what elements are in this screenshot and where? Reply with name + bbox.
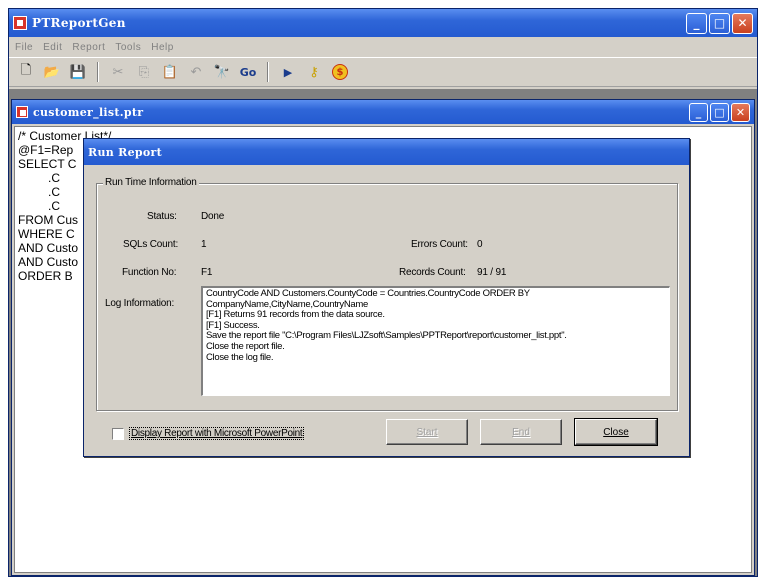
errors-count-label: Errors Count: [411, 239, 468, 250]
menu-tools[interactable]: Tools [115, 42, 141, 53]
document-close-icon[interactable]: ✕ [731, 102, 750, 122]
group-label: Run Time Information [103, 177, 199, 188]
close-button[interactable]: Close [574, 418, 658, 446]
status-label: Status: [147, 211, 177, 222]
open-folder-icon[interactable]: 📂 [41, 61, 63, 83]
document-title: customer_list.ptr [33, 105, 144, 119]
document-titlebar[interactable]: customer_list.ptr _ □ ✕ [12, 100, 754, 124]
start-button[interactable]: Start [386, 419, 468, 445]
paste-icon[interactable]: 📋 [159, 61, 181, 83]
copy-icon[interactable]: ⎘ [133, 61, 155, 83]
status-value: Done [201, 211, 225, 222]
menu-edit[interactable]: Edit [43, 42, 62, 53]
log-line: [F1] Returns 91 records from the data so… [206, 309, 385, 321]
function-no-label: Function No: [122, 267, 177, 278]
run-report-dialog: Run Report Run Time Information Status: … [83, 138, 690, 457]
register-coin-icon[interactable]: $ [329, 61, 351, 83]
sqls-count-label: SQLs Count: [123, 239, 179, 250]
app-title: PTReportGen [32, 16, 126, 30]
menu-file[interactable]: File [15, 42, 33, 53]
goto-icon[interactable]: Go [237, 61, 259, 83]
toolbar-separator [97, 62, 99, 82]
document-maximize-icon[interactable]: □ [710, 102, 729, 122]
errors-count-value: 0 [477, 239, 483, 250]
dialog-title: Run Report [88, 145, 163, 159]
log-line: Close the report file. [206, 340, 285, 352]
document-minimize-icon[interactable]: _ [689, 102, 708, 122]
display-report-checkbox[interactable]: Display Report with Microsoft PowerPoint [112, 427, 305, 440]
end-button[interactable]: End [480, 419, 562, 445]
new-file-icon[interactable]: 🗋 [15, 61, 37, 83]
run-time-info-group: Run Time Information Status: Done SQLs C… [96, 177, 678, 411]
cut-icon[interactable]: ✂ [107, 61, 129, 83]
sqls-count-value: 1 [201, 239, 207, 250]
dialog-titlebar[interactable]: Run Report [84, 139, 689, 165]
maximize-icon[interactable]: □ [709, 12, 730, 34]
checkbox-label: Display Report with Microsoft PowerPoint [129, 427, 305, 440]
records-count-value: 91 / 91 [477, 267, 507, 278]
find-icon[interactable]: 🔭 [211, 61, 233, 83]
toolbar: 🗋 📂 💾 ✂ ⎘ 📋 ↶ 🔭 Go ▶ ⚷ $ [9, 57, 757, 87]
menu-help[interactable]: Help [151, 42, 174, 53]
log-textarea[interactable]: CountryCode AND Customers.CountyCode = C… [201, 286, 670, 396]
key-icon[interactable]: ⚷ [303, 61, 325, 83]
toolbar-separator [267, 62, 269, 82]
app-titlebar[interactable]: PTReportGen _ □ ✕ [9, 9, 757, 37]
menu-bar: File Edit Report Tools Help [9, 37, 757, 57]
close-icon[interactable]: ✕ [732, 12, 753, 34]
menu-report[interactable]: Report [72, 42, 105, 53]
log-information-label: Log Information: [105, 298, 175, 309]
records-count-label: Records Count: [399, 267, 466, 278]
minimize-icon[interactable]: _ [686, 12, 707, 34]
checkbox-box[interactable] [112, 427, 124, 440]
document-icon [16, 106, 28, 118]
log-line: CountryCode AND Customers.CountyCode = C… [206, 288, 530, 299]
function-no-value: F1 [201, 267, 213, 278]
log-line: Close the log file. [206, 351, 274, 363]
run-icon[interactable]: ▶ [277, 61, 299, 83]
app-icon [13, 16, 27, 30]
undo-icon[interactable]: ↶ [185, 61, 207, 83]
save-icon[interactable]: 💾 [67, 61, 89, 83]
